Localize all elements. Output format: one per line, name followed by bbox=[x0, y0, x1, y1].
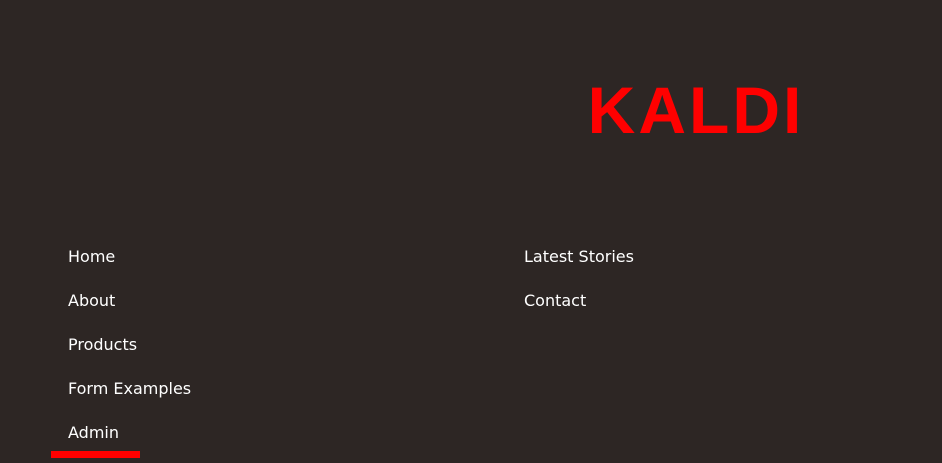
nav-item-contact: Contact bbox=[524, 279, 634, 323]
nav-item-products: Products bbox=[68, 323, 191, 367]
kaldi-logo[interactable]: KALDI bbox=[580, 77, 812, 143]
nav-item-about: About bbox=[68, 279, 191, 323]
nav-link-about[interactable]: About bbox=[68, 279, 115, 323]
nav-link-products[interactable]: Products bbox=[68, 323, 137, 367]
nav-link-latest-stories[interactable]: Latest Stories bbox=[524, 235, 634, 279]
nav-link-admin[interactable]: Admin bbox=[51, 411, 140, 458]
nav-menu-right: Latest Stories Contact bbox=[524, 235, 634, 323]
nav-item-form-examples: Form Examples bbox=[68, 367, 191, 411]
nav-link-form-examples[interactable]: Form Examples bbox=[68, 367, 191, 411]
nav-item-home: Home bbox=[68, 235, 191, 279]
nav-menu-left: Home About Products Form Examples Admin bbox=[51, 235, 191, 458]
nav-link-home[interactable]: Home bbox=[68, 235, 115, 279]
nav-item-admin: Admin bbox=[51, 411, 191, 458]
nav-item-latest-stories: Latest Stories bbox=[524, 235, 634, 279]
nav-link-contact[interactable]: Contact bbox=[524, 279, 586, 323]
